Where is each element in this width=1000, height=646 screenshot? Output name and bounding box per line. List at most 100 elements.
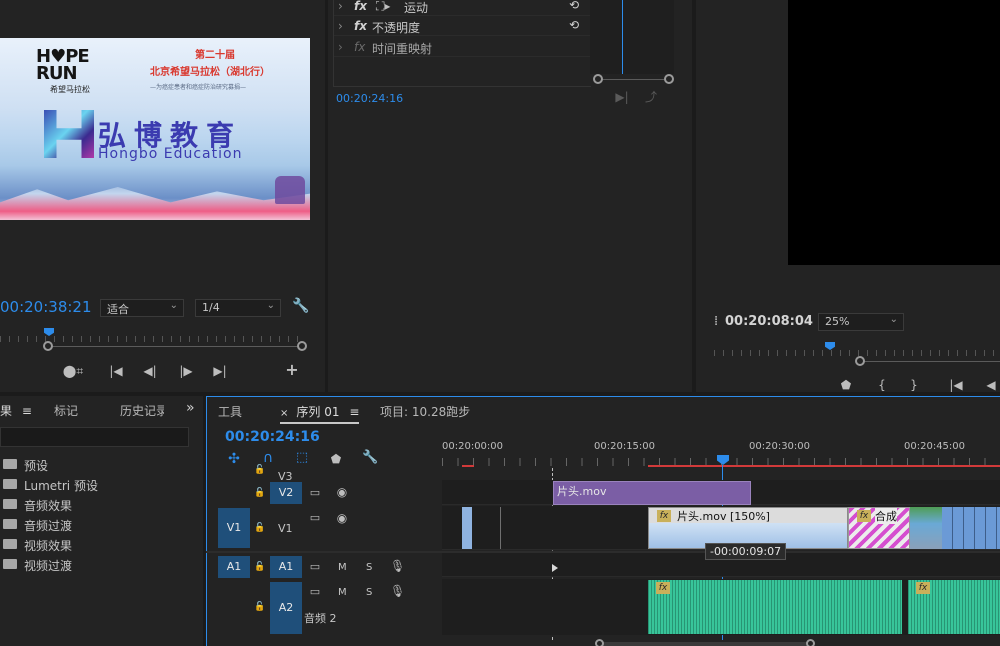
tab-history[interactable]: 历史记录 (120, 402, 164, 419)
step-back-icon[interactable]: ◀ (984, 379, 998, 391)
mute-button[interactable]: M (338, 562, 347, 573)
wrench-icon[interactable]: 🔧 (292, 299, 309, 313)
effects-search-input[interactable] (0, 427, 189, 447)
clip-v1-small[interactable] (462, 507, 472, 549)
expand-chevron-icon[interactable]: › (338, 19, 343, 33)
step-back-icon[interactable]: ◀| (142, 365, 158, 377)
timeline-timecode[interactable]: 00:20:24:16 (225, 429, 320, 445)
program-zoom-handle[interactable] (855, 356, 865, 366)
list-item[interactable]: Lumetri 预设 (0, 474, 200, 494)
sync-lock-icon[interactable]: ▭ (308, 512, 322, 524)
mute-button[interactable]: M (338, 587, 347, 598)
mark-out-icon[interactable]: } (908, 379, 920, 391)
play-only-audio-icon[interactable]: ▶| (614, 91, 630, 103)
eye-icon[interactable]: ◉ (335, 486, 349, 498)
fit-select[interactable]: 适合 ⌄ (100, 299, 184, 317)
tab-project[interactable]: 项目: 10.28跑步 (380, 403, 470, 420)
sync-lock-icon[interactable]: ▭ (308, 487, 322, 499)
zoom-select[interactable]: 25% ⌄ (818, 313, 904, 331)
solo-button[interactable]: S (366, 587, 372, 598)
magnet-icon[interactable]: ∩ (260, 451, 276, 465)
marker-icon[interactable]: ⬟ (840, 379, 852, 391)
go-to-in-icon[interactable]: |◀ (108, 365, 124, 377)
expand-chevron-icon[interactable]: › (338, 40, 343, 54)
effect-zoom-left-handle[interactable] (593, 74, 603, 84)
sync-lock-icon[interactable]: ▭ (308, 561, 322, 573)
lock-icon[interactable]: 🔓 (254, 601, 265, 613)
list-item[interactable]: 音频过渡 (0, 514, 200, 534)
scroll-right-handle[interactable] (806, 639, 815, 646)
list-item[interactable]: 视频效果 (0, 534, 200, 554)
hamburger-icon[interactable]: ≡ (349, 405, 359, 419)
clip-a2-audio[interactable]: fx (648, 580, 902, 634)
source-zoom-bar[interactable] (48, 346, 303, 347)
lock-icon[interactable]: 🔓 (254, 561, 265, 573)
track-a1-toggle[interactable]: A1 (270, 556, 302, 578)
more-tabs-icon[interactable]: » (186, 400, 195, 416)
scroll-left-handle[interactable] (595, 639, 604, 646)
microphone-icon[interactable]: 🎙 (390, 560, 405, 572)
resolution-select[interactable]: 1/4 ⌄ (195, 299, 281, 317)
source-video-frame[interactable]: H♥PE RUN 希望马拉松 第二十届 北京希望马拉松（湖北行） —为癌症患者和… (0, 38, 310, 220)
work-area-bar[interactable] (648, 465, 1000, 467)
reset-icon[interactable]: ⟲ (569, 18, 579, 32)
list-item[interactable]: 视频过渡 (0, 554, 200, 574)
track-v2-toggle[interactable]: V2 (270, 482, 302, 504)
source-timecode[interactable]: 00:20:38:21 (0, 298, 92, 316)
insert-marker-icon[interactable]: ⬤⌗ (62, 365, 84, 377)
tab-sequence[interactable]: × 序列 01 ≡ (280, 403, 360, 424)
add-button-icon[interactable]: + (284, 362, 300, 378)
solo-button[interactable]: S (366, 562, 372, 573)
effect-controls-timecode[interactable]: 00:20:24:16 (336, 92, 403, 105)
timeline-scrollbar[interactable] (600, 642, 812, 646)
eye-icon[interactable]: ◉ (335, 512, 349, 524)
lock-icon[interactable]: 🔓 (254, 522, 265, 534)
effect-zoom-right-handle[interactable] (664, 74, 674, 84)
sync-lock-icon[interactable]: ▭ (308, 586, 322, 598)
source-v1-patch[interactable]: V1 (218, 508, 250, 548)
program-timeline-ruler[interactable] (714, 350, 1000, 356)
effect-row-time-remap[interactable]: › fx 时间重映射 (334, 37, 590, 57)
source-zoom-left-handle[interactable] (43, 341, 53, 351)
close-icon[interactable]: × (280, 408, 288, 419)
tab-tools[interactable]: 工具 (218, 403, 242, 420)
linked-selection-icon[interactable]: ⬚ (294, 451, 310, 464)
track-a2-toggle[interactable]: A2 (270, 582, 302, 634)
microphone-icon[interactable]: 🎙 (390, 585, 405, 597)
export-icon[interactable]: ⤴ (643, 91, 659, 103)
effect-row-opacity[interactable]: › fx 不透明度 ⟲ (334, 16, 590, 36)
step-forward-icon[interactable]: |▶ (178, 365, 194, 377)
clip-v2-title[interactable]: 片头.mov (553, 481, 751, 505)
wrench-icon[interactable]: 🔧 (362, 451, 378, 464)
clip-a2-audio-2[interactable]: fx (908, 580, 1000, 634)
source-a1-patch[interactable]: A1 (218, 556, 250, 578)
reset-icon[interactable]: ⟲ (569, 0, 579, 12)
fx-icon: fx (354, 40, 366, 54)
folder-icon (3, 559, 17, 569)
program-timecode[interactable]: 00:20:08:04 (725, 314, 813, 329)
list-item[interactable]: 预设 (0, 454, 200, 474)
program-zoom-bar[interactable] (860, 361, 1000, 362)
tab-effects[interactable]: 果 ≡ (0, 402, 32, 419)
list-item[interactable]: 音频效果 (0, 494, 200, 514)
marker-icon[interactable]: ⬟ (330, 453, 342, 465)
mark-in-icon[interactable]: { (876, 379, 888, 391)
effect-zoom-bar[interactable] (597, 79, 669, 80)
clip-v1-composite[interactable]: fx 合成 (848, 507, 910, 549)
lock-icon[interactable]: 🔓 (254, 464, 265, 476)
go-to-out-icon[interactable]: ▶| (212, 365, 228, 377)
effect-row-motion[interactable]: › fx ⛶▸ 运动 ⟲ (334, 0, 590, 16)
source-zoom-right-handle[interactable] (297, 341, 307, 351)
snap-icon[interactable]: ✣ (226, 452, 242, 466)
go-to-in-icon[interactable]: |◀ (948, 379, 964, 391)
program-video-frame[interactable] (788, 0, 1000, 265)
program-playhead[interactable] (825, 342, 835, 350)
tab-markers[interactable]: 标记 (54, 402, 78, 419)
expand-chevron-icon[interactable]: › (338, 0, 343, 13)
source-playhead[interactable] (44, 328, 54, 336)
lock-icon[interactable]: 🔓 (254, 487, 265, 499)
hongbo-logo-mark (44, 110, 94, 158)
clip-v1-end[interactable] (942, 507, 1000, 549)
clip-v1-photo[interactable] (910, 507, 942, 549)
hamburger-icon[interactable]: ≡ (22, 404, 32, 418)
